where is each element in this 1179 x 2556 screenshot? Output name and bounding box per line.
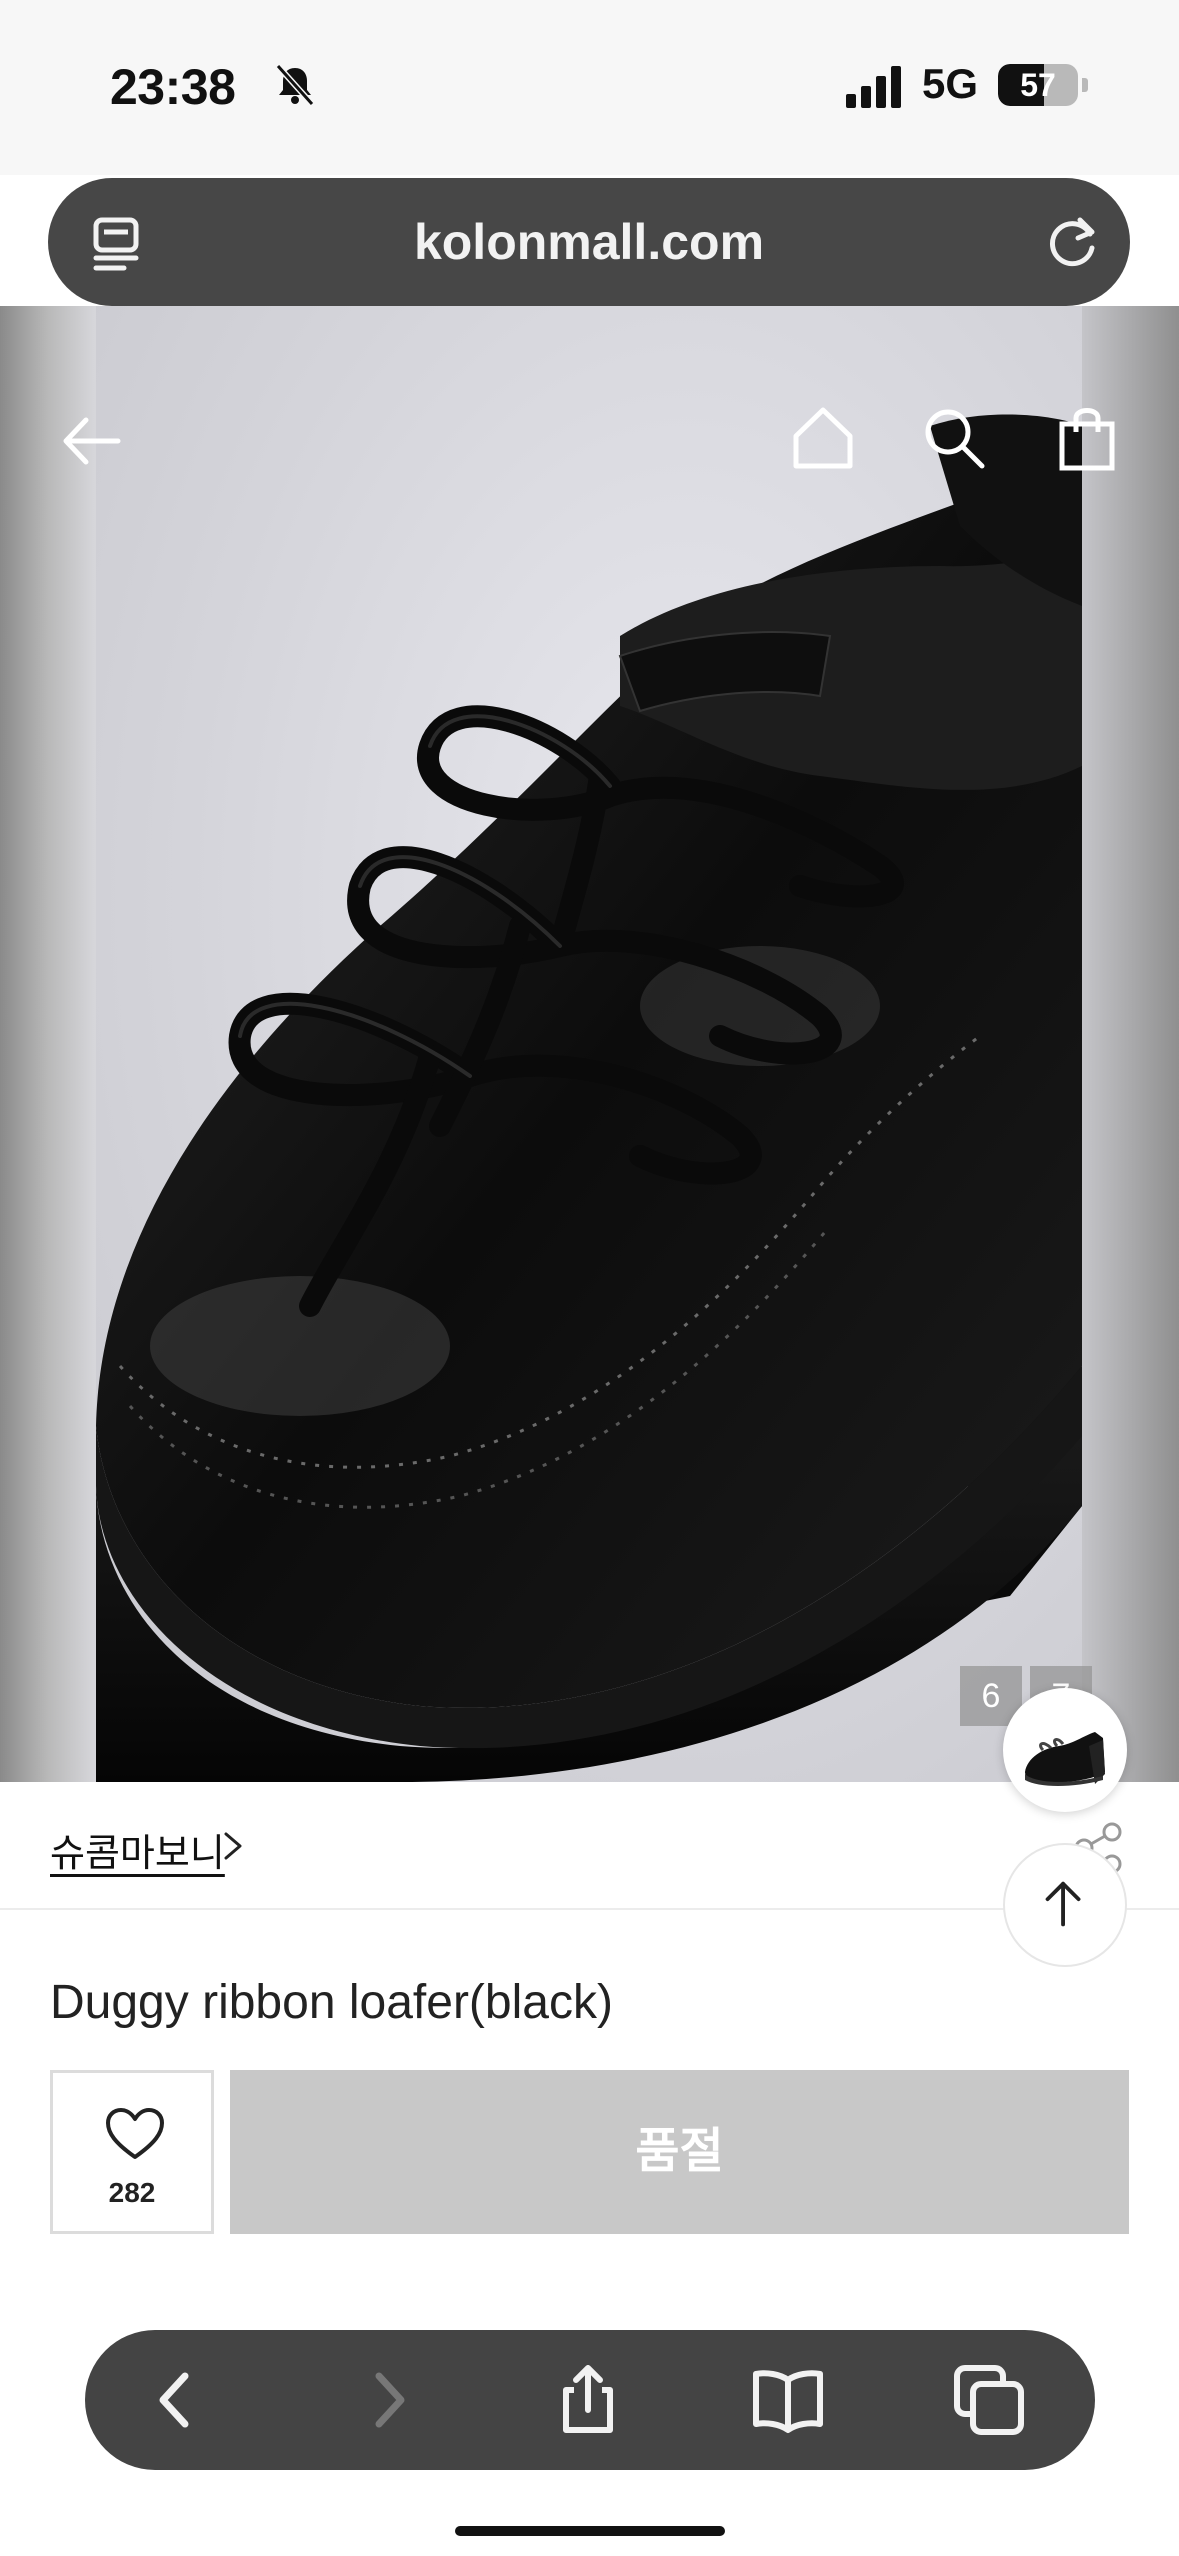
soldout-button[interactable]: 품절 <box>230 2070 1129 2234</box>
home-indicator <box>455 2526 725 2536</box>
share-icon[interactable] <box>548 2360 628 2440</box>
url-text[interactable]: kolonmall.com <box>48 178 1130 306</box>
image-header-nav <box>0 306 1179 566</box>
reload-icon[interactable] <box>1044 212 1104 272</box>
chevron-right-icon[interactable] <box>347 2360 427 2440</box>
brand-row[interactable]: 슈콤마보니 <box>0 1782 1179 1910</box>
scroll-to-top-button[interactable] <box>1003 1843 1127 1967</box>
search-icon[interactable] <box>918 402 988 472</box>
floating-product-thumbnail[interactable] <box>1003 1688 1127 1812</box>
battery-indicator: 57 <box>998 64 1078 106</box>
battery-cap <box>1082 78 1088 92</box>
tabs-icon[interactable] <box>949 2360 1029 2440</box>
status-bar: 23:38 5G 57 <box>0 0 1179 175</box>
home-icon[interactable] <box>788 402 858 472</box>
status-time: 23:38 <box>110 59 236 115</box>
heart-icon <box>106 2108 164 2159</box>
battery-percent: 57 <box>1020 67 1056 103</box>
wishlist-count: 282 <box>108 2177 156 2208</box>
product-image-carousel[interactable]: 6 7 <box>0 306 1179 1782</box>
browser-toolbar <box>85 2330 1095 2470</box>
signal-icon <box>846 66 901 108</box>
address-bar[interactable]: kolonmall.com <box>48 178 1130 306</box>
shopping-bag-icon[interactable] <box>1052 402 1122 472</box>
wishlist-button[interactable]: 282 <box>50 2070 214 2234</box>
brand-link[interactable]: 슈콤마보니 <box>50 1822 225 1877</box>
back-arrow-icon[interactable] <box>56 406 126 476</box>
product-thumbnail-image <box>1025 1732 1105 1786</box>
book-icon[interactable] <box>748 2360 828 2440</box>
product-title: Duggy ribbon loafer(black) <box>50 1976 613 2029</box>
chevron-left-icon[interactable] <box>137 2360 217 2440</box>
bell-muted-icon <box>275 63 315 107</box>
arrow-up-icon <box>1045 1881 1081 1927</box>
chevron-right-icon <box>224 1832 242 1860</box>
network-label: 5G <box>922 60 979 107</box>
